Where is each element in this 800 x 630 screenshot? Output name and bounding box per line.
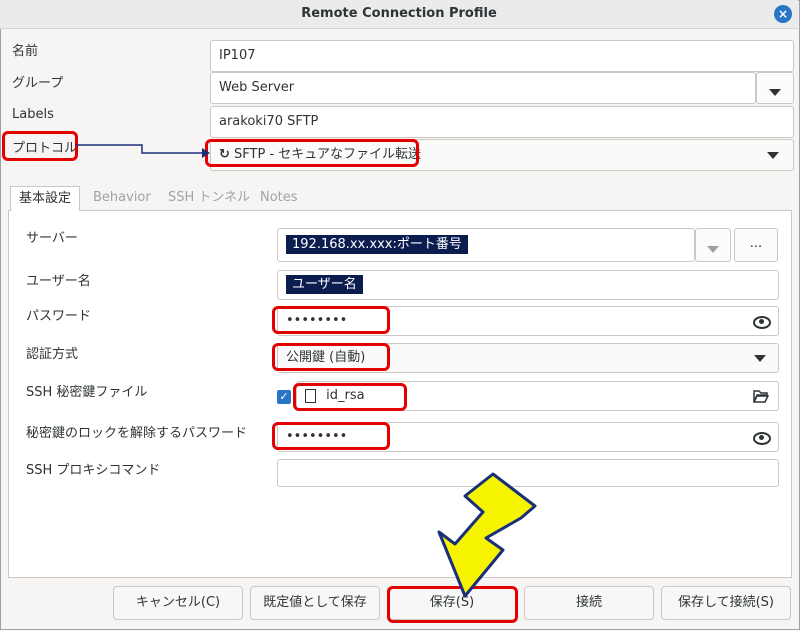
keyfile-checkbox[interactable]: ✓ [277, 390, 291, 404]
server-label: サーバー [26, 231, 78, 246]
title-bar: Remote Connection Profile × [0, 0, 798, 29]
cancel-button[interactable]: キャンセル(C) [113, 586, 243, 620]
group-label: グループ [12, 76, 64, 91]
chevron-down-icon [707, 246, 719, 253]
username-input[interactable]: ユーザー名 [277, 270, 779, 300]
annotation-connector-arrow [76, 144, 210, 158]
protocol-value-highlight [205, 139, 419, 167]
password-label: パスワード [26, 309, 92, 324]
keyfile-label: SSH 秘密鍵ファイル [26, 385, 148, 400]
name-input[interactable]: IP107 [210, 40, 794, 72]
keyfile-highlight [293, 383, 407, 411]
group-dropdown-button[interactable] [756, 72, 794, 104]
server-dropdown-button[interactable] [695, 228, 731, 262]
server-browse-button[interactable]: ... [734, 228, 778, 262]
auth-label: 認証方式 [26, 347, 79, 362]
show-password-icon[interactable] [753, 316, 771, 329]
save-and-connect-button[interactable]: 保存して接続(S) [661, 586, 791, 620]
server-value: 192.168.xx.xxx:ポート番号 [286, 235, 468, 254]
auth-highlight [272, 343, 390, 371]
tab-basic[interactable]: 基本設定 [10, 186, 81, 211]
annotation-pointer-arrow [437, 472, 537, 598]
show-keypass-icon[interactable] [753, 432, 771, 445]
proxy-label: SSH プロキシコマンド [26, 463, 161, 478]
labels-input[interactable]: arakoki70 SFTP [210, 106, 794, 138]
tab-behavior[interactable]: Behavior [93, 186, 151, 210]
tab-ssh-tunnel[interactable]: SSH トンネル [168, 186, 250, 210]
labels-label: Labels [12, 107, 54, 122]
tab-notes[interactable]: Notes [260, 186, 298, 210]
folder-open-icon[interactable] [753, 389, 769, 403]
keypass-label: 秘密鍵のロックを解除するパスワード [26, 426, 248, 441]
chevron-down-icon [767, 152, 779, 159]
password-highlight [272, 306, 390, 334]
save-as-default-button[interactable]: 既定値として保存 [250, 586, 380, 620]
name-label: 名前 [12, 44, 39, 59]
chevron-down-icon [769, 89, 781, 96]
keypass-highlight [272, 422, 390, 450]
group-combo-entry[interactable]: Web Server [210, 72, 756, 104]
protocol-label-highlight [2, 131, 78, 161]
chevron-down-icon [754, 355, 766, 362]
username-label: ユーザー名 [26, 274, 91, 289]
window-title: Remote Connection Profile [301, 6, 497, 21]
close-icon[interactable]: × [774, 5, 792, 23]
username-value: ユーザー名 [286, 275, 363, 294]
server-input[interactable]: 192.168.xx.xxx:ポート番号 [277, 228, 695, 262]
